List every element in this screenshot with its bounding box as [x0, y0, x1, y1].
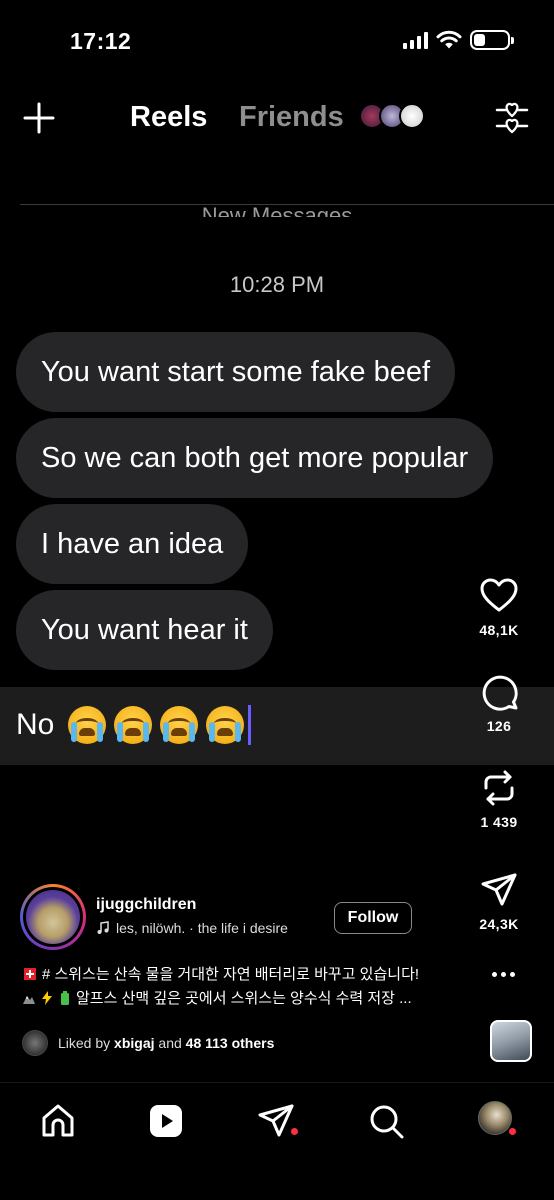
- author-row: ijuggchildren les, nilöwh. · the life i …: [20, 884, 440, 954]
- chat-timestamp: 10:28 PM: [229, 272, 325, 297]
- liked-by-avatar: [22, 1030, 48, 1056]
- crying-face-emoji: [68, 706, 107, 744]
- filter-heart-icon[interactable]: [494, 99, 530, 137]
- share-action[interactable]: 24,3K: [444, 870, 554, 932]
- battery-emoji-icon: [61, 991, 69, 1005]
- status-icons: [403, 30, 514, 50]
- status-time: 17:12: [70, 28, 132, 54]
- audio-thumbnail[interactable]: [490, 1020, 532, 1062]
- friend-avatar: [399, 103, 425, 129]
- friend-avatars[interactable]: [359, 103, 429, 131]
- message-bubble: So we can both get more popular: [16, 418, 494, 498]
- message-bubble: You want start some fake beef: [16, 332, 456, 412]
- text-cursor: [248, 705, 252, 745]
- like-action[interactable]: 48,1K: [444, 576, 554, 638]
- profile-notification-dot: [508, 1127, 517, 1136]
- input-text-value: No: [16, 708, 55, 741]
- liked-by[interactable]: Liked by xbigaj and 48 113 others: [22, 1030, 274, 1056]
- author-username[interactable]: ijuggchildren: [96, 896, 196, 914]
- like-count: 48,1K: [479, 622, 519, 638]
- message-input-text: No: [16, 705, 252, 745]
- wifi-icon: [436, 30, 462, 49]
- comment-action[interactable]: 126: [444, 672, 554, 734]
- plus-icon[interactable]: [22, 101, 56, 135]
- tab-friends[interactable]: Friends: [239, 101, 344, 134]
- status-bar: 17:12: [0, 0, 554, 80]
- repost-icon[interactable]: [479, 768, 519, 808]
- crying-face-emoji: [160, 706, 199, 744]
- mountain-icon: [23, 996, 35, 1004]
- reels-icon[interactable]: [146, 1101, 186, 1141]
- message-bubble: You want hear it: [16, 590, 273, 670]
- audio-track-label: les, nilöwh. · the life i desire: [116, 920, 288, 936]
- search-icon[interactable]: [366, 1101, 406, 1141]
- swiss-flag-icon: [24, 968, 36, 980]
- top-nav: Reels Friends: [0, 95, 554, 143]
- new-messages-label: New Messages: [201, 203, 353, 217]
- caption-line-2[interactable]: 알프스 산맥 깊은 곳에서 스위스는 양수식 수력 저장 ...: [22, 987, 472, 1011]
- home-icon[interactable]: [38, 1101, 78, 1141]
- bottom-nav: [0, 1082, 554, 1200]
- repost-action[interactable]: 1 439: [444, 768, 554, 830]
- send-icon[interactable]: [479, 870, 519, 910]
- caption-line-1[interactable]: # 스위스는 산속 물을 거대한 자연 배터리로 바꾸고 있습니다!: [22, 963, 472, 987]
- music-note-icon: [97, 921, 109, 934]
- profile-picture: [478, 1101, 512, 1135]
- author-avatar[interactable]: [20, 884, 86, 950]
- heart-icon[interactable]: [479, 576, 519, 616]
- comment-count: 126: [486, 718, 512, 734]
- battery-icon: [470, 30, 514, 50]
- lightning-icon: [42, 991, 52, 1005]
- share-count: 24,3K: [479, 916, 519, 932]
- signal-icon: [403, 31, 428, 49]
- audio-track[interactable]: les, nilöwh. · the life i desire: [96, 920, 288, 936]
- crying-face-emoji: [114, 706, 153, 744]
- repost-count: 1 439: [480, 814, 518, 830]
- messages-notification-dot: [290, 1127, 299, 1136]
- comment-icon[interactable]: [479, 672, 519, 712]
- crying-face-emoji: [206, 706, 245, 744]
- follow-button[interactable]: Follow: [334, 902, 412, 934]
- more-options-icon[interactable]: [492, 966, 518, 982]
- divider: [20, 204, 554, 205]
- message-bubble: I have an idea: [16, 504, 249, 584]
- tab-reels[interactable]: Reels: [130, 101, 207, 134]
- messages-icon[interactable]: [256, 1101, 296, 1141]
